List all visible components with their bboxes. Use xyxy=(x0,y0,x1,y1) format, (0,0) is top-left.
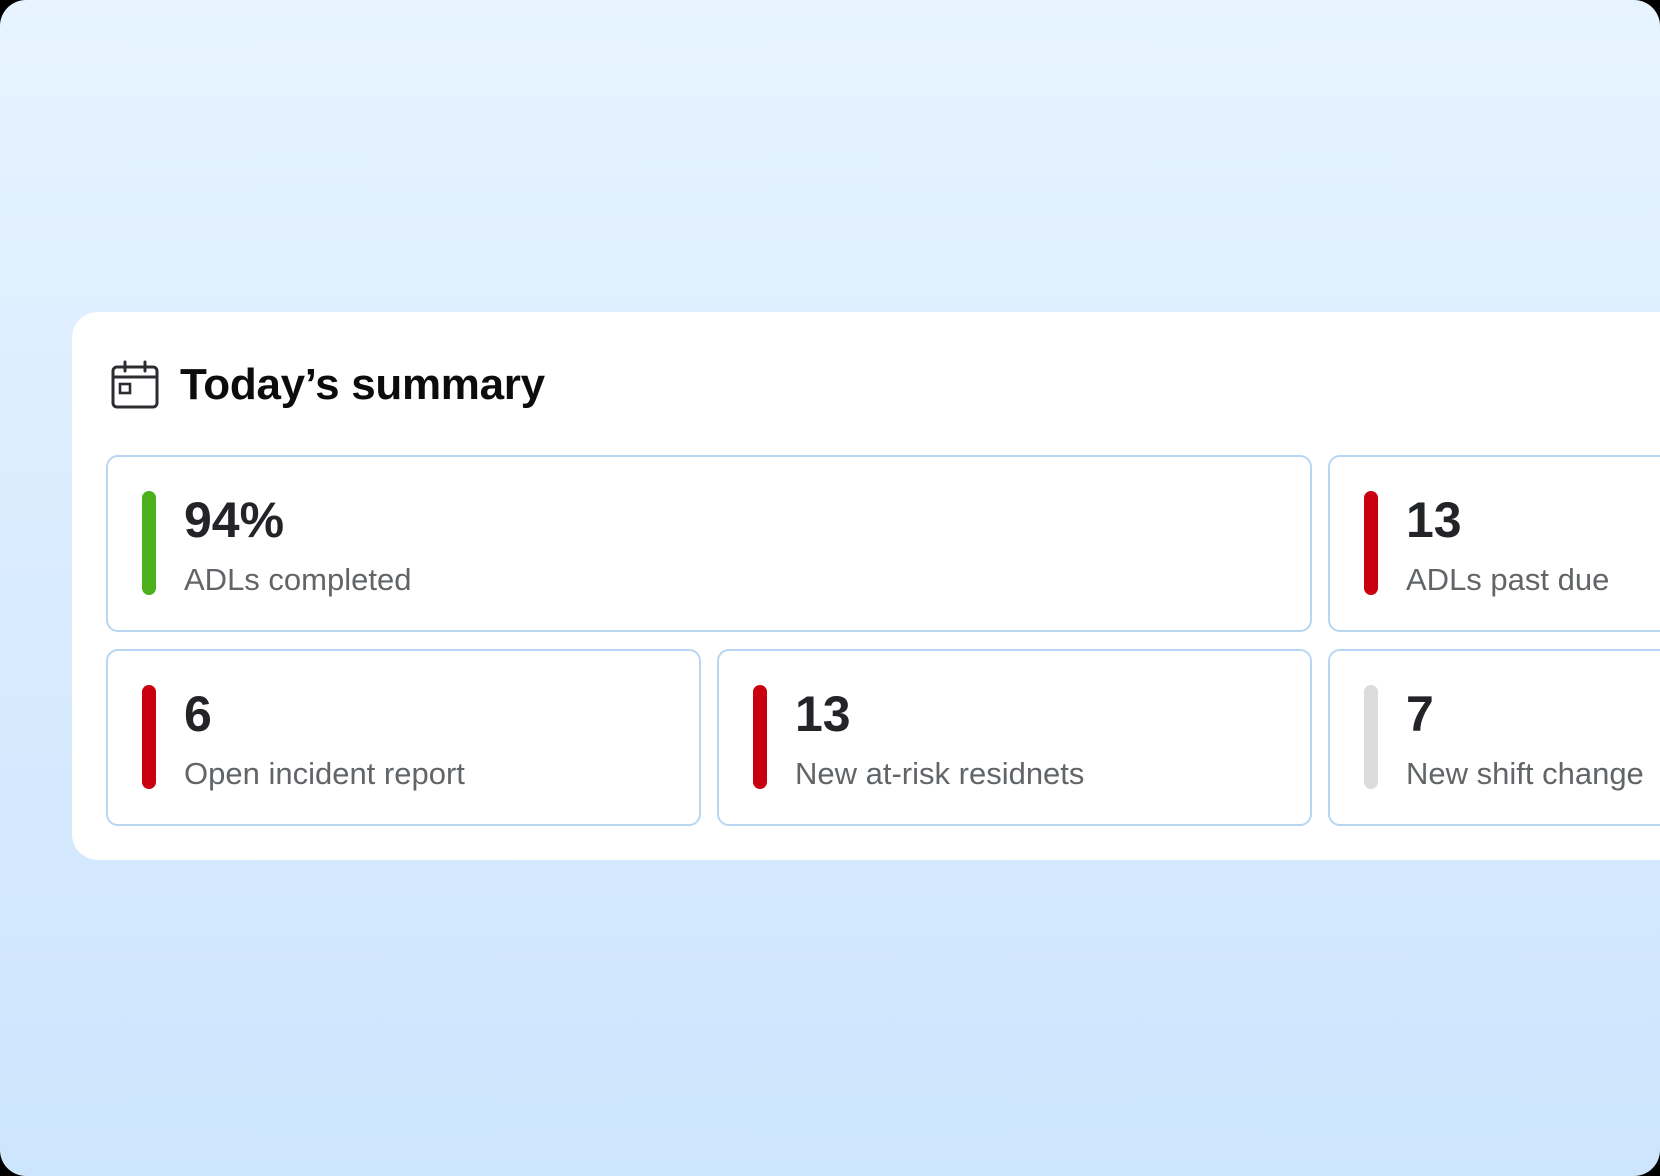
card-value: 13 xyxy=(795,686,851,742)
summary-card-open-incident-report[interactable]: 6 Open incident report xyxy=(106,649,701,826)
card-value: 7 xyxy=(1406,686,1434,742)
card-label: ADLs past due xyxy=(1406,562,1610,597)
status-bar xyxy=(1364,491,1378,595)
status-bar xyxy=(142,491,156,595)
status-bar xyxy=(753,685,767,789)
summary-card-adls-past-due[interactable]: 13 ADLs past due xyxy=(1328,455,1660,632)
card-value: 94% xyxy=(184,492,285,548)
summary-card-new-at-risk-residents[interactable]: 13 New at-risk residnets xyxy=(717,649,1312,826)
card-label: New at-risk residnets xyxy=(795,756,1085,791)
card-value: 6 xyxy=(184,686,212,742)
card-label: New shift change xyxy=(1406,756,1644,791)
card-label: ADLs completed xyxy=(184,562,412,597)
panel-header: Today’s summary xyxy=(110,358,545,412)
summary-card-adls-completed[interactable]: 94% ADLs completed xyxy=(106,455,1312,632)
status-bar xyxy=(1364,685,1378,789)
card-value: 13 xyxy=(1406,492,1462,548)
summary-card-new-shift-change[interactable]: 7 New shift change xyxy=(1328,649,1660,826)
status-bar xyxy=(142,685,156,789)
panel-title: Today’s summary xyxy=(180,360,545,409)
card-label: Open incident report xyxy=(184,756,465,791)
todays-summary-panel: Today’s summary 94% ADLs completed 13 AD… xyxy=(72,312,1660,860)
calendar-icon xyxy=(110,360,160,410)
page-background: Today’s summary 94% ADLs completed 13 AD… xyxy=(0,0,1660,1176)
